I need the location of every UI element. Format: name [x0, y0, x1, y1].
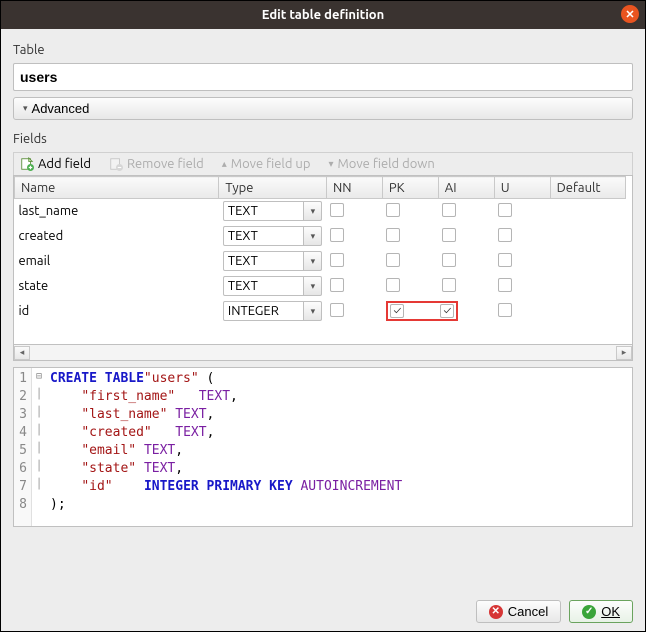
remove-field-button: Remove field: [109, 157, 204, 171]
checkbox[interactable]: [330, 228, 344, 242]
type-select[interactable]: TEXT: [223, 251, 305, 271]
checkbox[interactable]: [442, 253, 456, 267]
table-row[interactable]: stateTEXT▾: [15, 274, 626, 299]
fields-table[interactable]: Name Type NN PK AI U Default last_nameTE…: [13, 175, 633, 345]
add-icon: [20, 157, 34, 171]
dialog-content: Table ▾ Advanced Fields Add field Remove…: [1, 29, 645, 631]
move-up-button: ▴ Move field up: [222, 157, 311, 171]
default-cell[interactable]: [550, 224, 625, 249]
table-label: Table: [13, 43, 633, 57]
field-name[interactable]: id: [15, 299, 219, 324]
col-pk[interactable]: PK: [382, 177, 438, 199]
field-name[interactable]: created: [15, 224, 219, 249]
checkbox[interactable]: [386, 278, 400, 292]
dropdown-icon[interactable]: ▾: [304, 301, 322, 321]
type-select[interactable]: TEXT: [223, 201, 305, 221]
checkbox[interactable]: [386, 203, 400, 217]
scroll-left-icon[interactable]: ◂: [14, 346, 30, 360]
col-u[interactable]: U: [494, 177, 550, 199]
scroll-right-icon[interactable]: ▸: [616, 346, 632, 360]
move-down-button: ▾ Move field down: [328, 157, 434, 171]
checkbox[interactable]: [330, 203, 344, 217]
ok-button[interactable]: ✓ OK: [569, 600, 633, 623]
dropdown-icon[interactable]: ▾: [304, 201, 322, 221]
fold-gutter: ⊟││││││: [32, 368, 46, 526]
down-icon: ▾: [328, 158, 333, 170]
table-row[interactable]: createdTEXT▾: [15, 224, 626, 249]
type-select[interactable]: TEXT: [223, 276, 305, 296]
col-name[interactable]: Name: [15, 177, 219, 199]
checkbox[interactable]: [498, 303, 512, 317]
table-name-input[interactable]: [13, 63, 633, 91]
cancel-button[interactable]: ✕ Cancel: [476, 600, 561, 623]
up-icon: ▴: [222, 158, 227, 170]
dropdown-icon[interactable]: ▾: [304, 276, 322, 296]
checkbox[interactable]: [498, 203, 512, 217]
checkbox[interactable]: [386, 253, 400, 267]
advanced-button[interactable]: ▾ Advanced: [13, 97, 633, 120]
dialog-footer: ✕ Cancel ✓ OK: [13, 590, 633, 623]
fields-label: Fields: [13, 132, 633, 146]
table-row[interactable]: emailTEXT▾: [15, 249, 626, 274]
checkbox[interactable]: ✓: [440, 304, 454, 318]
checkbox[interactable]: [442, 203, 456, 217]
default-cell[interactable]: [550, 199, 625, 224]
field-name[interactable]: last_name: [15, 199, 219, 224]
field-name[interactable]: state: [15, 274, 219, 299]
col-type[interactable]: Type: [219, 177, 327, 199]
checkbox[interactable]: [442, 228, 456, 242]
dropdown-icon[interactable]: ▾: [304, 226, 322, 246]
default-cell[interactable]: [550, 249, 625, 274]
checkbox[interactable]: [330, 303, 344, 317]
cancel-icon: ✕: [489, 605, 503, 619]
field-name[interactable]: email: [15, 249, 219, 274]
sql-preview[interactable]: 12345678 ⊟││││││ CREATE TABLE"users" ( "…: [13, 367, 633, 527]
type-select[interactable]: INTEGER: [223, 301, 305, 321]
remove-icon: [109, 157, 123, 171]
fields-toolbar: Add field Remove field ▴ Move field up ▾…: [13, 152, 633, 175]
checkbox[interactable]: [498, 228, 512, 242]
default-cell[interactable]: [550, 274, 625, 299]
chevron-down-icon: ▾: [23, 103, 28, 114]
titlebar: Edit table definition ✕: [1, 1, 645, 29]
col-nn[interactable]: NN: [326, 177, 382, 199]
table-row[interactable]: idINTEGER▾ ✓ ✓: [15, 299, 626, 324]
col-default[interactable]: Default: [550, 177, 625, 199]
checkbox[interactable]: [386, 228, 400, 242]
default-cell[interactable]: [550, 299, 625, 324]
ok-icon: ✓: [582, 605, 596, 619]
window-title: Edit table definition: [262, 8, 385, 22]
dropdown-icon[interactable]: ▾: [304, 251, 322, 271]
add-field-button[interactable]: Add field: [20, 157, 91, 171]
horizontal-scrollbar[interactable]: ◂ ▸: [13, 345, 633, 361]
checkbox[interactable]: [330, 278, 344, 292]
col-ai[interactable]: AI: [438, 177, 494, 199]
checkbox[interactable]: [498, 278, 512, 292]
checkbox[interactable]: [330, 253, 344, 267]
checkbox[interactable]: [498, 253, 512, 267]
checkbox[interactable]: [442, 278, 456, 292]
table-row[interactable]: last_nameTEXT▾: [15, 199, 626, 224]
close-icon[interactable]: ✕: [621, 5, 639, 23]
sql-code: CREATE TABLE"users" ( "first_name" TEXT,…: [46, 368, 406, 526]
line-gutter: 12345678: [14, 368, 32, 526]
type-select[interactable]: TEXT: [223, 226, 305, 246]
checkbox[interactable]: ✓: [390, 304, 404, 318]
